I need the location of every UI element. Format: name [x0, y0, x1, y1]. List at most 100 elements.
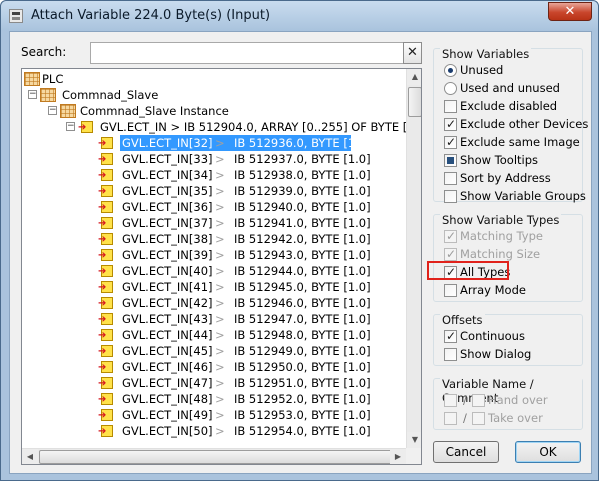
tree-row[interactable]: ➔ GVL.ECT_IN[41] > IB 512945.0, BYTE [1.0] [94, 279, 406, 295]
tree-row[interactable]: ➔ GVL.ECT_IN[49] > IB 512953.0, BYTE [1.0] [94, 407, 406, 423]
tree-row-name-cell: GVL.ECT_IN[46] > IB 512950.0, BYTE [1.0] [120, 359, 371, 375]
tree-row[interactable]: ➔ GVL.ECT_IN[35] > IB 512939.0, BYTE [1.0] [94, 183, 406, 199]
clear-search-button[interactable]: ✕ [403, 42, 422, 64]
tree-row-name-cell: GVL.ECT_IN[43] > IB 512947.0, BYTE [1.0] [120, 311, 371, 327]
gvl-ect-in-expander[interactable]: − [66, 122, 75, 131]
scroll-down-button[interactable]: ▼ [407, 432, 421, 448]
tree-row[interactable]: ➔ GVL.ECT_IN[45] > IB 512949.0, BYTE [1.0] [94, 343, 406, 359]
tree-node[interactable]: − Commnad_Slave [22, 87, 406, 103]
tree-row[interactable]: ➔ GVL.ECT_IN[50] > IB 512954.0, BYTE [1.0] [94, 423, 406, 439]
title-bar[interactable]: Attach Variable 224.0 Byte(s) (Input) ✕ [1, 1, 598, 31]
device-icon [24, 72, 40, 86]
slash-separator: / [463, 411, 467, 425]
variable-icon: ➔ [98, 152, 114, 166]
variable-icon: ➔ [98, 344, 114, 358]
variable-icon: ➔ [98, 168, 114, 182]
variable-icon: ➔ [98, 392, 114, 406]
checkbox[interactable] [444, 348, 457, 361]
tree-row[interactable]: ➔ GVL.ECT_IN[36] > IB 512940.0, BYTE [1.0] [94, 199, 406, 215]
tree-row-separator: > [215, 184, 225, 198]
variable-icon: ➔ [98, 232, 114, 246]
cancel-button[interactable]: Cancel [433, 441, 499, 463]
tree-row-address: IB 512940.0, BYTE [1.0] [234, 200, 371, 214]
tree-row-address: IB 512949.0, BYTE [1.0] [234, 344, 371, 358]
tree-row[interactable]: ➔ GVL.ECT_IN[47] > IB 512951.0, BYTE [1.0] [94, 375, 406, 391]
tree-row-name-cell: GVL.ECT_IN[50] > IB 512954.0, BYTE [1.0] [120, 423, 371, 439]
show-variables-group: Show Variables Unused Used and unused Excl… [433, 47, 588, 203]
checkbox[interactable] [444, 172, 457, 185]
ok-button[interactable]: OK [515, 441, 581, 463]
variable-name-option: / Hand over [444, 392, 574, 408]
tree-row[interactable]: ➔ GVL.ECT_IN[44] > IB 512948.0, BYTE [1.0] [94, 327, 406, 343]
option-label: Unused [460, 63, 504, 77]
offsets-title: Offsets [440, 313, 485, 327]
tree-row-address: IB 512954.0, BYTE [1.0] [234, 424, 371, 438]
tree-row-separator: > [215, 136, 225, 150]
name-checkbox [444, 412, 457, 425]
radio-button[interactable] [444, 64, 457, 77]
checkbox[interactable] [444, 154, 457, 167]
tree-row[interactable]: ➔ GVL.ECT_IN[32] > IB 512936.0, BYTE [1.0] [94, 135, 406, 151]
tree-row-address: IB 512939.0, BYTE [1.0] [234, 184, 371, 198]
tree-row[interactable]: ➔ GVL.ECT_IN[46] > IB 512950.0, BYTE [1.0] [94, 359, 406, 375]
variable-icon: ➔ [98, 248, 114, 262]
tree-row-name-cell: GVL.ECT_IN[36] > IB 512940.0, BYTE [1.0] [120, 199, 371, 215]
app-icon [9, 9, 23, 23]
option-label: Exclude disabled [460, 99, 558, 113]
tree-row[interactable]: ➔ GVL.ECT_IN[40] > IB 512944.0, BYTE [1.0] [94, 263, 406, 279]
tree-row-separator: > [215, 296, 225, 310]
tree-row-separator: > [215, 168, 225, 182]
checkbox[interactable] [444, 116, 457, 132]
horizontal-scroll-thumb[interactable] [39, 450, 393, 464]
search-label: Search: [21, 45, 67, 59]
tree-row-name-cell: GVL.ECT_IN[47] > IB 512951.0, BYTE [1.0] [120, 375, 371, 391]
tree-row-name-cell: GVL.ECT_IN[41] > IB 512945.0, BYTE [1.0] [120, 279, 371, 295]
tree-row-name: GVL.ECT_IN[34] [122, 168, 213, 182]
vertical-scroll-thumb[interactable] [408, 87, 421, 117]
scroll-right-button[interactable]: ▶ [390, 449, 406, 464]
tree-row-name-cell: GVL.ECT_IN[38] > IB 512942.0, BYTE [1.0] [120, 231, 371, 247]
tree-row-separator: > [215, 344, 225, 358]
tree-row-separator: > [215, 392, 225, 406]
tree-row-name: GVL.ECT_IN[44] [122, 328, 213, 342]
search-input[interactable] [90, 42, 404, 64]
commnad-slave-instance-expander[interactable]: − [48, 106, 57, 115]
radio-button[interactable] [444, 82, 457, 95]
tree-node[interactable]: PLC [22, 71, 406, 87]
tree-row-address: IB 512951.0, BYTE [1.0] [234, 376, 371, 390]
tree-node[interactable]: − Commnad_Slave Instance [22, 103, 406, 119]
tree-row-address: IB 512945.0, BYTE [1.0] [234, 280, 371, 294]
tree-row[interactable]: ➔ GVL.ECT_IN[42] > IB 512946.0, BYTE [1.0] [94, 295, 406, 311]
tree-row[interactable]: ➔ GVL.ECT_IN[38] > IB 512942.0, BYTE [1.0] [94, 231, 406, 247]
tree-row[interactable]: ➔ GVL.ECT_IN[37] > IB 512941.0, BYTE [1.0] [94, 215, 406, 231]
tree-node[interactable]: − ➔ GVL.ECT_IN > IB 512904.0, ARRAY [0..25… [22, 119, 421, 135]
tree-row-address: IB 512948.0, BYTE [1.0] [234, 328, 371, 342]
tree-row-name: GVL.ECT_IN[37] [122, 216, 213, 230]
checkbox[interactable] [444, 134, 457, 150]
tree-row-address: IB 512942.0, BYTE [1.0] [234, 232, 371, 246]
tree-row-name: GVL.ECT_IN[46] [122, 360, 213, 374]
variable-icon: ➔ [98, 216, 114, 230]
option-label: Show Dialog [460, 347, 532, 361]
checkbox[interactable] [444, 100, 457, 113]
commnad-slave-expander[interactable]: − [28, 90, 37, 99]
horizontal-scrollbar[interactable]: ◀ ▶ [22, 448, 406, 464]
tree-row[interactable]: ➔ GVL.ECT_IN[34] > IB 512938.0, BYTE [1.0] [94, 167, 406, 183]
tree-row[interactable]: ➔ GVL.ECT_IN[43] > IB 512947.0, BYTE [1.0] [94, 311, 406, 327]
scroll-left-button[interactable]: ◀ [22, 449, 38, 464]
tree-row-name: GVL.ECT_IN[48] [122, 392, 213, 406]
tree-row[interactable]: ➔ GVL.ECT_IN[33] > IB 512937.0, BYTE [1.0] [94, 151, 406, 167]
option-label: Array Mode [460, 283, 526, 297]
checkbox[interactable] [444, 190, 457, 203]
scrollbar-corner [406, 448, 421, 464]
tree-row[interactable]: ➔ GVL.ECT_IN[48] > IB 512952.0, BYTE [1.0] [94, 391, 406, 407]
checkbox[interactable] [444, 284, 457, 297]
close-button[interactable]: ✕ [548, 2, 592, 21]
tree-row-address: IB 512937.0, BYTE [1.0] [234, 152, 371, 166]
variable-tree[interactable]: PLC − Commnad_Slave − Commnad_Slave Instance… [21, 68, 422, 465]
variable-name-comment-group: Variable Name / Comment / Hand over / Ta… [433, 377, 583, 430]
checkbox[interactable] [444, 328, 457, 344]
scroll-up-button[interactable]: ▲ [407, 69, 421, 85]
vertical-scrollbar[interactable]: ▲ ▼ [406, 69, 421, 448]
tree-row[interactable]: ➔ GVL.ECT_IN[39] > IB 512943.0, BYTE [1.0] [94, 247, 406, 263]
